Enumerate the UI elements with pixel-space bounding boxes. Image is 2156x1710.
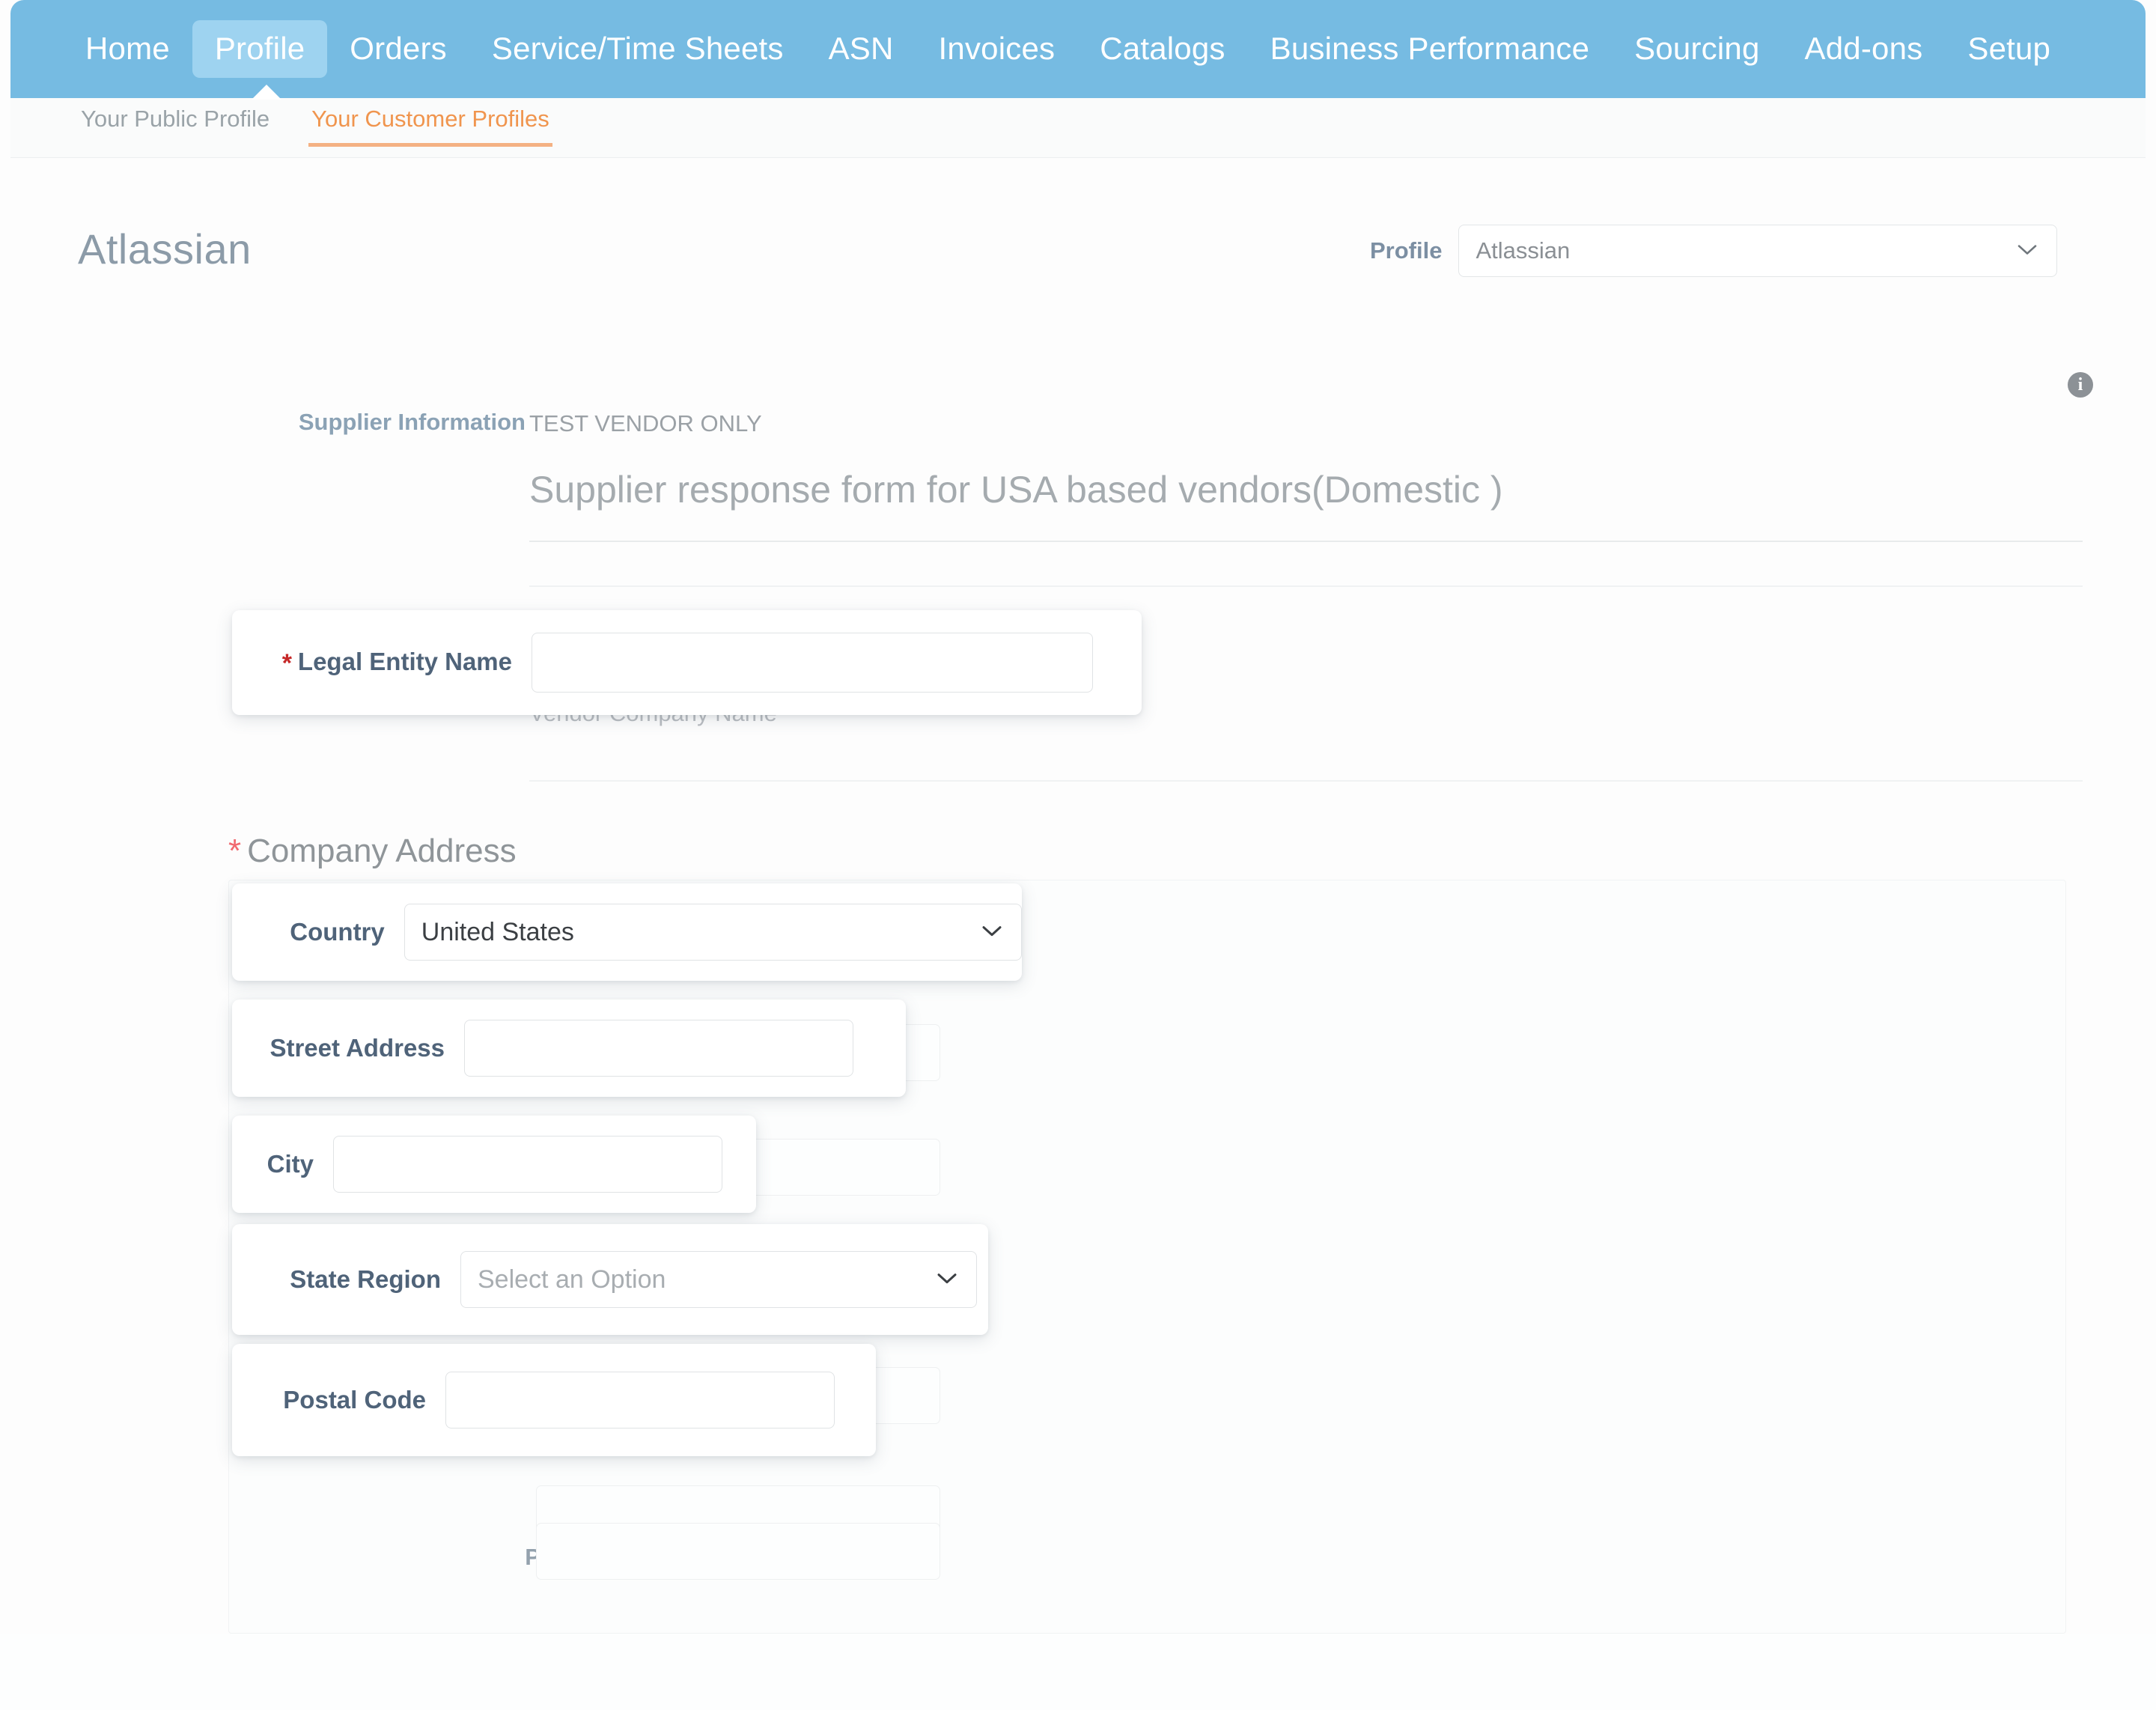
legal-entity-name-card: * Legal Entity Name <box>232 610 1142 715</box>
profile-selector: Profile Atlassian <box>1370 225 2058 277</box>
nav-item-catalogs[interactable]: Catalogs <box>1077 20 1247 77</box>
state-region-select[interactable]: Select an Option <box>460 1251 977 1308</box>
info-icon[interactable]: i <box>2068 372 2093 398</box>
required-asterisk: * <box>228 833 242 869</box>
state-region-label: State Region <box>290 1265 441 1293</box>
divider-form-section-top <box>529 585 2083 587</box>
legal-entity-name-label-text: Legal Entity Name <box>297 647 512 675</box>
state-region-card: State Region Select an Option <box>232 1224 988 1335</box>
secondary-navigation: Your Public Profile Your Customer Profil… <box>10 98 2146 158</box>
street-address-label: Street Address <box>270 1034 445 1062</box>
divider-form-section-bottom <box>529 780 2083 782</box>
supplier-information-label: Supplier Information <box>298 409 526 435</box>
city-card: City <box>232 1116 756 1213</box>
nav-item-profile[interactable]: Profile <box>192 20 328 78</box>
nav-item-sourcing[interactable]: Sourcing <box>1612 20 1782 77</box>
nav-item-service-time-sheets[interactable]: Service/Time Sheets <box>469 20 806 77</box>
subnav-item-your-customer-profiles[interactable]: Your Customer Profiles <box>308 98 552 147</box>
active-tab-caret-icon <box>252 85 281 100</box>
postal-code-label: Postal Code <box>283 1386 426 1414</box>
company-address-heading: * Company Address <box>228 833 517 870</box>
form-title: Supplier response form for USA based ven… <box>529 469 1503 511</box>
app-root: Home Profile Orders Service/Time Sheets … <box>0 0 2156 1710</box>
chevron-down-icon <box>982 926 1002 937</box>
company-address-heading-text: Company Address <box>247 833 517 869</box>
nav-item-asn[interactable]: ASN <box>806 20 916 77</box>
profile-selector-label: Profile <box>1370 237 1443 264</box>
page-title: Atlassian <box>78 225 252 273</box>
nav-item-business-performance[interactable]: Business Performance <box>1248 20 1613 77</box>
nav-item-setup[interactable]: Setup <box>1945 20 2073 77</box>
nav-item-home[interactable]: Home <box>63 20 192 77</box>
city-label: City <box>267 1150 314 1178</box>
supplier-information-value: TEST VENDOR ONLY <box>529 410 762 436</box>
nav-item-add-ons[interactable]: Add-ons <box>1782 20 1946 77</box>
street-address-input[interactable] <box>464 1020 853 1077</box>
profile-select-value: Atlassian <box>1476 237 1571 264</box>
country-card: Country United States <box>232 883 1022 981</box>
page-bottom-spacer <box>0 1634 2156 1710</box>
city-input[interactable] <box>333 1136 722 1193</box>
country-select-value: United States <box>421 917 574 946</box>
legal-entity-name-input[interactable] <box>532 633 1093 693</box>
street-address-card: Street Address <box>232 999 906 1097</box>
required-asterisk-legal-entity: * <box>281 648 292 678</box>
divider-under-form-title <box>529 541 2083 542</box>
nav-item-orders[interactable]: Orders <box>327 20 469 77</box>
country-select[interactable]: United States <box>404 904 1022 961</box>
chevron-down-icon <box>2018 245 2037 255</box>
postal-code-input[interactable] <box>445 1372 835 1428</box>
primary-navigation: Home Profile Orders Service/Time Sheets … <box>10 0 2146 98</box>
po-box-postal-code-input[interactable] <box>536 1523 940 1580</box>
postal-code-card: Postal Code <box>232 1344 876 1456</box>
state-region-select-value: Select an Option <box>478 1265 666 1294</box>
nav-item-invoices[interactable]: Invoices <box>916 20 1078 77</box>
legal-entity-name-label: * Legal Entity Name <box>232 648 532 678</box>
subnav-item-your-public-profile[interactable]: Your Public Profile <box>78 98 272 143</box>
profile-select-dropdown[interactable]: Atlassian <box>1458 225 2058 277</box>
chevron-down-icon <box>937 1274 957 1284</box>
country-label: Country <box>290 918 385 946</box>
